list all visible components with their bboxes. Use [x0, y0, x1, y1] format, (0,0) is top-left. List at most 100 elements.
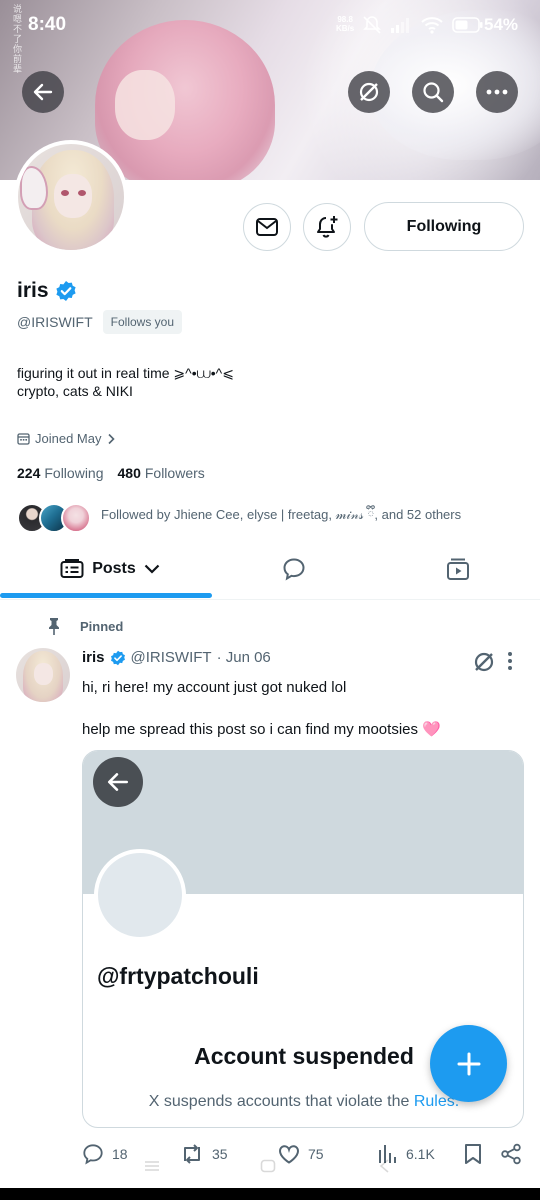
message-button[interactable]	[243, 203, 291, 251]
profile-name-row: iris	[17, 279, 77, 303]
banner-face	[115, 70, 175, 140]
followed-by-avatars	[17, 502, 97, 535]
profile-avatar[interactable]	[14, 140, 128, 254]
reply-count: 18	[112, 1146, 128, 1162]
profile-bio: figuring it out in real time ⩾^•⩊•^⩽ cry…	[17, 364, 234, 400]
joined-date[interactable]: Joined May	[17, 431, 116, 446]
like-button[interactable]: 75	[278, 1140, 324, 1168]
chevron-down-icon	[144, 564, 160, 574]
profile-name: iris	[17, 279, 49, 302]
mute-icon	[363, 16, 381, 34]
avatar-image	[18, 144, 124, 250]
back-button[interactable]	[22, 71, 64, 113]
profile-handle-row: @IRISWIFT Follows you	[17, 310, 183, 334]
verified-badge-icon	[110, 650, 125, 665]
post-avatar-face	[34, 663, 53, 685]
following-count-link[interactable]: 224 Following	[17, 465, 104, 481]
video-stack-icon	[447, 558, 469, 580]
avatar-eye	[61, 190, 69, 196]
envelope-icon	[256, 218, 278, 236]
screen-bottom-edge	[0, 1188, 540, 1200]
repost-button[interactable]: 35	[180, 1140, 228, 1168]
follow-counts: 224 Following 480 Followers	[17, 465, 205, 481]
status-time: 8:40	[28, 14, 67, 35]
grok-icon	[359, 82, 379, 102]
card-avatar	[94, 849, 186, 941]
post-actions: 18 35 75 6.1K	[0, 1140, 540, 1170]
bio-line: figuring it out in real time ⩾^•⩊•^⩽	[17, 365, 234, 381]
card-handle: @frtypatchouli	[97, 963, 259, 989]
more-horizontal-icon	[486, 89, 508, 95]
reply-icon	[83, 1144, 103, 1165]
calendar-icon	[17, 433, 30, 445]
reply-button[interactable]: 18	[82, 1140, 128, 1168]
followers-label: Followers	[144, 465, 205, 481]
share-icon	[501, 1143, 521, 1165]
followers-count: 480	[117, 465, 141, 481]
profile-handle: @IRISWIFT	[17, 314, 93, 330]
tab-media[interactable]	[432, 540, 484, 598]
profile-tabs: Posts	[0, 540, 540, 600]
card-back-button	[93, 757, 143, 807]
following-button[interactable]: Following	[364, 202, 524, 251]
status-icons	[362, 13, 484, 37]
status-bar: 8:40 98.8 KB/s 54%	[0, 0, 540, 50]
battery-icon	[452, 17, 483, 33]
card-sub-text: X suspends accounts that violate the	[148, 1093, 414, 1110]
arrow-left-icon	[107, 773, 129, 791]
compose-post-button[interactable]	[430, 1025, 507, 1102]
tab-posts-label: Posts	[92, 560, 136, 577]
post-date[interactable]: · Jun 06	[217, 649, 271, 666]
notify-button[interactable]	[303, 203, 351, 251]
grok-button[interactable]	[348, 71, 390, 113]
follows-you-badge: Follows you	[102, 310, 183, 334]
followed-by-row[interactable]: Followed by Jhiene Cee, elyse | freetag,…	[17, 500, 461, 537]
active-tab-indicator	[0, 593, 212, 598]
search-button[interactable]	[412, 71, 454, 113]
search-icon	[423, 82, 444, 103]
status-battery-percent: 54%	[484, 15, 519, 34]
tab-posts[interactable]: Posts	[55, 540, 165, 598]
bell-plus-icon	[317, 216, 338, 238]
following-label: Following	[44, 465, 104, 481]
post-text: help me spread this post so i can find m…	[82, 721, 441, 738]
repost-icon	[184, 1144, 200, 1164]
more-options-button[interactable]	[476, 71, 518, 113]
views-button[interactable]: 6.1K	[378, 1140, 435, 1168]
post-text: hi, ri here! my account just got nuked l…	[82, 679, 347, 696]
tab-replies[interactable]	[268, 540, 320, 598]
status-net-speed: 98.8 KB/s	[336, 15, 355, 33]
views-chart-icon	[379, 1145, 396, 1163]
heart-icon	[279, 1145, 299, 1164]
avatar-face	[54, 174, 92, 218]
grok-icon	[474, 652, 494, 672]
share-button[interactable]	[500, 1140, 522, 1168]
post-author-avatar[interactable]	[16, 648, 70, 702]
following-count: 224	[17, 465, 41, 481]
bio-line: crypto, cats & NIKI	[17, 383, 133, 399]
views-count: 6.1K	[406, 1146, 435, 1162]
plus-icon	[457, 1052, 480, 1075]
post-author-handle[interactable]: @IRISWIFT	[131, 649, 212, 666]
posts-list-icon	[60, 559, 84, 578]
followed-by-text: Followed by Jhiene Cee, elyse | freetag,…	[101, 507, 462, 522]
joined-label: Joined May	[35, 431, 102, 446]
pin-icon	[49, 618, 59, 635]
pinned-indicator: Pinned	[46, 617, 123, 635]
post-header: iris @IRISWIFT · Jun 06	[82, 649, 271, 666]
post-more-icon[interactable]	[508, 652, 512, 670]
like-count: 75	[308, 1146, 324, 1162]
followers-count-link[interactable]: 480 Followers	[118, 465, 205, 481]
repost-count: 35	[212, 1146, 228, 1162]
pinned-label: Pinned	[80, 618, 124, 634]
avatar-eye	[78, 190, 86, 196]
post-grok-button[interactable]	[472, 650, 496, 679]
chevron-right-icon	[108, 433, 116, 444]
arrow-left-icon	[33, 83, 53, 101]
post-author-name[interactable]: iris	[82, 649, 105, 666]
bookmark-button[interactable]	[464, 1140, 482, 1168]
verified-badge-icon[interactable]	[55, 280, 77, 302]
reply-bubble-icon	[283, 558, 305, 581]
mini-avatar	[61, 502, 91, 533]
signal-icon	[391, 18, 409, 33]
